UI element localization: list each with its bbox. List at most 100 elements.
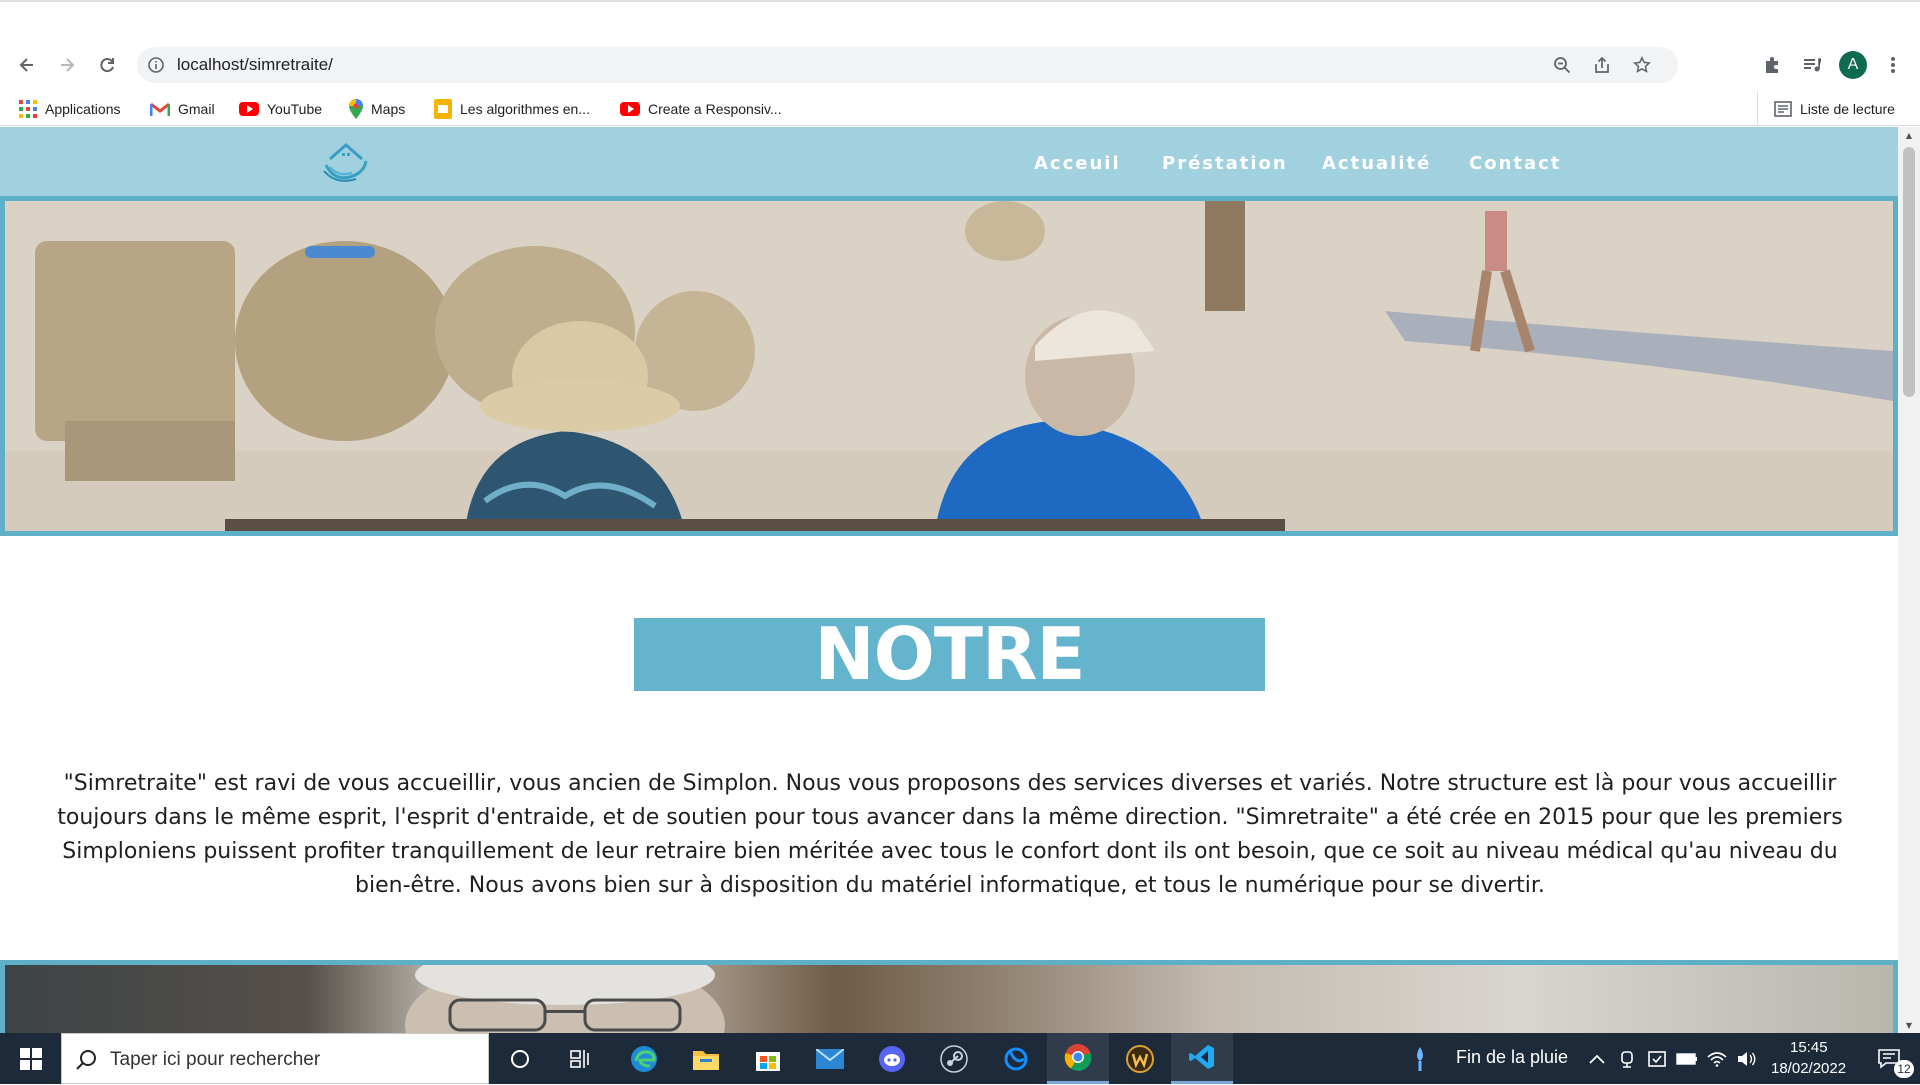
star-icon[interactable]	[1624, 47, 1660, 83]
elderly-man-image	[405, 965, 725, 1033]
house-drop-logo[interactable]	[320, 137, 372, 185]
vscode-app[interactable]	[1171, 1033, 1233, 1084]
reading-list-button[interactable]: Liste de lecture	[1757, 92, 1895, 126]
scroll-up-icon[interactable]: ▲	[1898, 127, 1920, 143]
extensions-button[interactable]	[1752, 44, 1792, 86]
reload-button[interactable]	[89, 44, 125, 86]
volume-icon[interactable]	[1732, 1033, 1762, 1084]
folder-icon	[693, 1050, 719, 1070]
battlenet-icon	[1004, 1047, 1028, 1070]
task-view-button[interactable]	[550, 1033, 612, 1084]
bookmark-algorithmes[interactable]: Les algorithmes en...	[434, 92, 590, 126]
bookmark-maps[interactable]: Maps	[349, 92, 405, 126]
tab-strip	[0, 0, 1920, 10]
site-header: Acceuil Préstation Actualité Contact	[0, 127, 1898, 201]
mail-envelope-icon	[816, 1048, 844, 1069]
clock-time[interactable]: 15:45	[1790, 1039, 1828, 1056]
clock-date[interactable]: 18/02/2022	[1771, 1060, 1846, 1077]
map-pin-icon	[349, 99, 363, 119]
security-icon[interactable]	[1642, 1033, 1672, 1084]
playlist-icon	[1804, 58, 1821, 72]
windows-logo-icon	[20, 1047, 42, 1070]
bookmark-label: Les algorithmes en...	[460, 101, 590, 117]
media-button[interactable]	[1792, 44, 1832, 86]
edge-icon	[631, 1045, 657, 1072]
mail-app[interactable]	[799, 1033, 861, 1084]
intro-paragraph: "Simretraite" est ravi de vous accueilli…	[57, 771, 1843, 898]
bookmark-label: Gmail	[178, 101, 215, 117]
browser-toolbar: localhost/simretraite/ A	[0, 44, 1920, 86]
hero-photo	[0, 201, 1898, 536]
battery-icon[interactable]	[1672, 1033, 1702, 1084]
bookmark-youtube[interactable]: YouTube	[239, 92, 322, 126]
taskbar-search[interactable]: Taper ici pour rechercher	[61, 1033, 489, 1084]
bookmark-label: Applications	[45, 101, 121, 117]
youtube-icon	[239, 102, 259, 116]
chrome-app[interactable]	[1047, 1033, 1109, 1084]
avatar: A	[1839, 51, 1867, 79]
reading-list-icon	[1774, 101, 1792, 117]
youtube-icon	[620, 102, 640, 116]
arrow-left-icon	[19, 58, 33, 72]
bookmark-label: Maps	[371, 101, 406, 117]
weather-widget[interactable]	[1400, 1033, 1440, 1084]
file-explorer-app[interactable]	[675, 1033, 737, 1084]
page-title: NOTRE HISTOIRE	[763, 612, 1137, 769]
page-scrollbar[interactable]: ▲ ▼	[1898, 127, 1920, 1033]
slides-icon	[434, 99, 452, 119]
site-info-icon[interactable]	[147, 47, 165, 83]
menu-button[interactable]	[1873, 44, 1913, 86]
bookmark-create-responsive[interactable]: Create a Responsiv...	[620, 92, 782, 126]
wifi-icon[interactable]	[1702, 1033, 1732, 1084]
bookmark-applications[interactable]: Applications	[19, 92, 121, 126]
nav-link-actualite[interactable]: Actualité	[1322, 127, 1431, 201]
steam-icon	[940, 1044, 968, 1073]
discord-icon	[879, 1045, 905, 1072]
rain-drop-icon	[1417, 1046, 1423, 1071]
scroll-down-icon[interactable]: ▼	[1898, 1017, 1920, 1033]
bookmark-gmail[interactable]: Gmail	[150, 92, 215, 126]
apps-grid-icon	[19, 100, 37, 118]
forward-button[interactable]	[49, 44, 85, 86]
second-photo	[0, 960, 1898, 1033]
puzzle-icon	[1766, 57, 1778, 73]
share-icon[interactable]	[1584, 47, 1620, 83]
weather-text[interactable]: Fin de la pluie	[1456, 1047, 1568, 1068]
start-button[interactable]	[0, 1033, 62, 1084]
reading-list-label: Liste de lecture	[1800, 101, 1895, 117]
search-icon	[76, 1050, 96, 1070]
gmail-icon	[150, 102, 170, 116]
battlenet-app[interactable]	[985, 1033, 1047, 1084]
discord-app[interactable]	[861, 1033, 923, 1084]
meet-now-icon[interactable]	[1612, 1033, 1642, 1084]
store-bag-icon	[756, 1051, 780, 1071]
nav-link-prestation[interactable]: Préstation	[1162, 127, 1288, 201]
back-button[interactable]	[9, 44, 45, 86]
url-text[interactable]: localhost/simretraite/	[177, 47, 333, 83]
zoom-icon[interactable]	[1544, 47, 1580, 83]
notification-count-badge: 12	[1894, 1060, 1914, 1078]
reload-icon	[100, 58, 114, 73]
cortana-circle-icon	[511, 1049, 529, 1068]
tray-chevron-up-icon[interactable]	[1582, 1033, 1612, 1084]
bookmark-label: Create a Responsiv...	[648, 101, 782, 117]
search-placeholder: Taper ici pour rechercher	[110, 1049, 321, 1070]
nav-link-acceuil[interactable]: Acceuil	[1034, 127, 1121, 201]
scroll-thumb[interactable]	[1903, 147, 1915, 397]
profile-button[interactable]: A	[1833, 44, 1873, 86]
nav-link-contact[interactable]: Contact	[1469, 127, 1561, 201]
address-bar[interactable]: localhost/simretraite/	[137, 47, 1678, 83]
edge-app[interactable]	[613, 1033, 675, 1084]
page-viewport: Acceuil Préstation Actualité Contact NOT…	[0, 127, 1898, 1033]
arrow-right-icon	[61, 58, 75, 72]
steam-app[interactable]	[923, 1033, 985, 1084]
task-view-icon	[570, 1049, 589, 1068]
chrome-icon	[1064, 1044, 1092, 1071]
notification-center-button[interactable]: 12	[1858, 1033, 1920, 1084]
cortana-button[interactable]	[489, 1033, 551, 1084]
vscode-icon	[1189, 1045, 1214, 1069]
store-app[interactable]	[737, 1033, 799, 1084]
kebab-menu-icon	[1891, 57, 1895, 73]
wow-app[interactable]	[1109, 1033, 1171, 1084]
bookmarks-bar: Applications Gmail YouTube Maps Les algo…	[0, 92, 1920, 126]
